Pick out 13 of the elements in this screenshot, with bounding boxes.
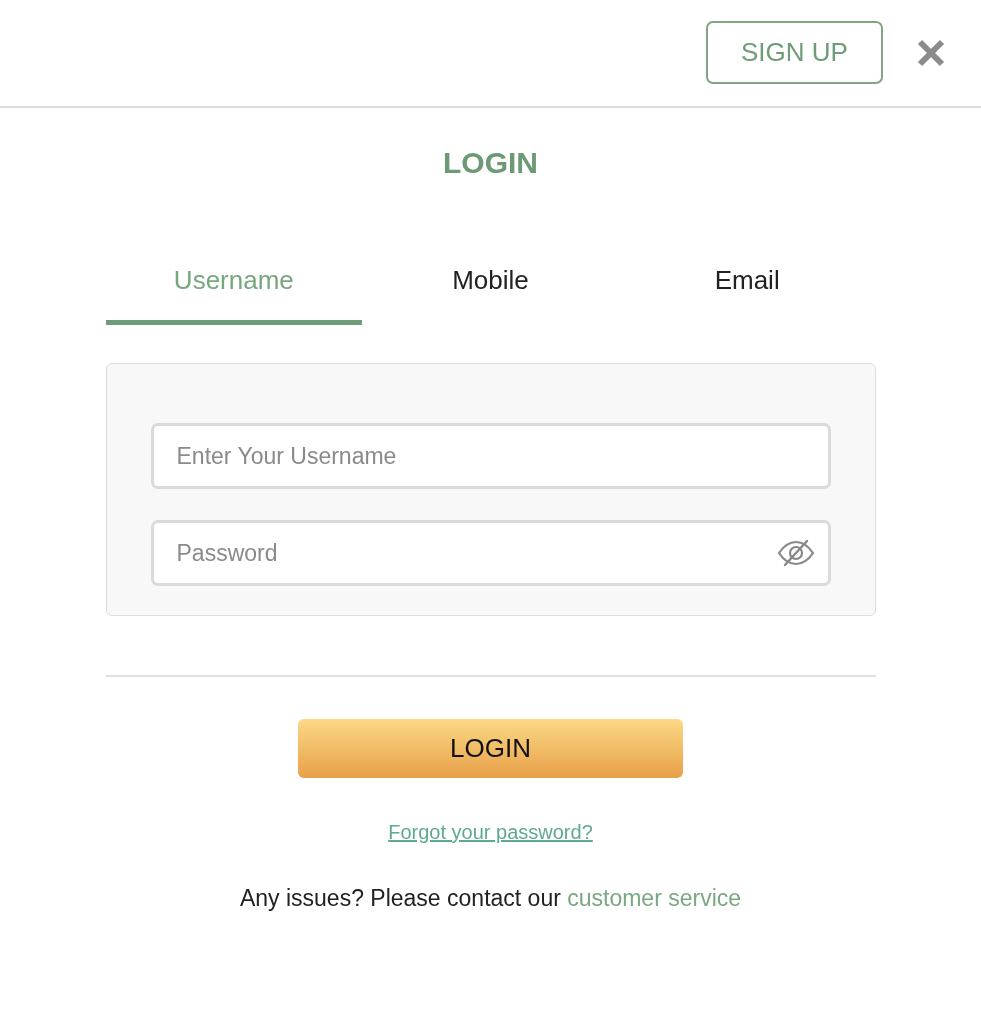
contact-text: Any issues? Please contact our customer service — [239, 884, 742, 912]
forgot-password-link[interactable]: Forgot your password? — [388, 820, 593, 844]
close-icon[interactable] — [917, 39, 945, 67]
eye-slash-icon[interactable] — [776, 539, 815, 567]
login-button[interactable]: LOGIN — [298, 719, 683, 778]
customer-service-link[interactable]: customer service — [567, 885, 742, 911]
username-field[interactable]: Enter Your Username — [150, 423, 831, 489]
password-field[interactable]: Password — [150, 520, 831, 586]
login-method-tab[interactable]: Username — [105, 250, 363, 325]
login-method-tab[interactable]: Mobile — [362, 250, 619, 325]
sign-up-button[interactable]: SIGN UP — [706, 21, 883, 84]
login-method-tab[interactable]: Email — [618, 250, 876, 325]
login-title: LOGIN — [443, 145, 538, 181]
